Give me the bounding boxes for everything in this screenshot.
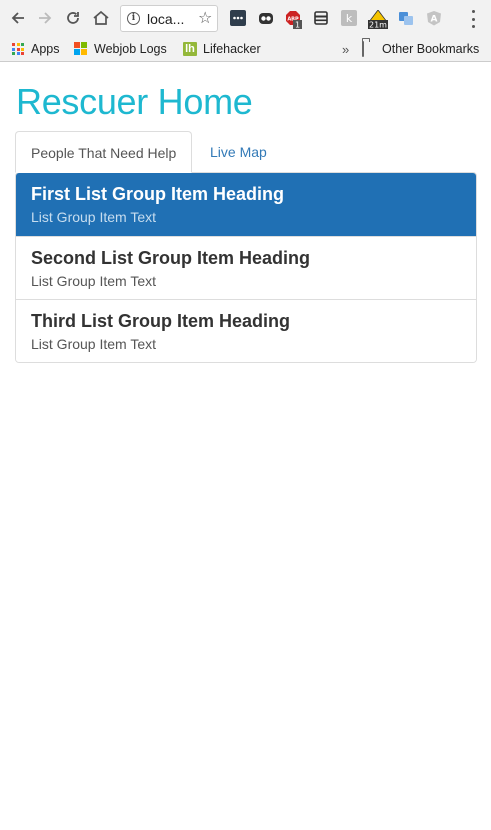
extension-warning-icon[interactable]: 21m bbox=[366, 9, 390, 30]
bookmark-other-bookmarks[interactable]: Other Bookmarks bbox=[362, 40, 479, 58]
bookmark-lifehacker[interactable]: lh Lifehacker bbox=[183, 40, 261, 58]
bookmark-label: Other Bookmarks bbox=[382, 42, 480, 56]
bookmark-apps-label: Apps bbox=[31, 42, 60, 56]
extension-owl-icon[interactable] bbox=[258, 10, 274, 26]
list-item-heading: First List Group Item Heading bbox=[31, 184, 285, 204]
svg-text:k: k bbox=[346, 12, 353, 25]
menu-dot-icon bbox=[471, 10, 475, 13]
extension-adblock-icon[interactable]: ABP 1 bbox=[285, 10, 302, 30]
bookmark-webjob-logs[interactable]: Webjob Logs bbox=[74, 40, 167, 58]
svg-text:21m: 21m bbox=[369, 21, 387, 30]
apps-grid-icon bbox=[11, 42, 25, 56]
bookmark-label: Webjob Logs bbox=[94, 42, 167, 56]
bookmark-apps[interactable]: Apps bbox=[11, 40, 60, 58]
list-item-text: List Group Item Text bbox=[31, 273, 157, 289]
bookmark-label: Lifehacker bbox=[203, 42, 261, 56]
folder-icon bbox=[362, 41, 376, 57]
svg-text:1: 1 bbox=[295, 21, 300, 30]
info-icon[interactable]: i bbox=[127, 12, 140, 25]
menu-dot-icon bbox=[471, 25, 475, 28]
home-button[interactable] bbox=[90, 7, 112, 29]
page-title: Rescuer Home bbox=[16, 81, 253, 122]
back-button[interactable] bbox=[7, 7, 29, 29]
list-item[interactable]: Second List Group Item Heading List Grou… bbox=[16, 236, 476, 299]
tab-bar: People That Need Help Live Map bbox=[15, 131, 477, 173]
tab-live-map[interactable]: Live Map bbox=[195, 131, 282, 173]
home-icon bbox=[93, 10, 109, 25]
extension-k-icon[interactable]: k bbox=[341, 10, 357, 26]
tab-people-that-need-help[interactable]: People That Need Help bbox=[15, 131, 192, 173]
browser-menu-button[interactable] bbox=[469, 10, 477, 28]
menu-dot-icon bbox=[471, 17, 475, 21]
extension-translate-icon[interactable] bbox=[398, 10, 414, 26]
arrow-right-icon bbox=[39, 12, 52, 24]
extension-print-icon[interactable] bbox=[313, 10, 329, 26]
list-item[interactable]: First List Group Item Heading List Group… bbox=[16, 173, 476, 236]
people-list: First List Group Item Heading List Group… bbox=[15, 172, 477, 363]
microsoft-icon bbox=[74, 42, 88, 56]
bookmarks-bar: Apps Webjob Logs lh Lifehacker » Other B… bbox=[0, 37, 491, 62]
forward-button[interactable] bbox=[34, 7, 56, 29]
browser-toolbar: i loca... ☆ ABP 1 k 21m A bbox=[0, 0, 491, 37]
reload-button[interactable] bbox=[62, 7, 84, 29]
list-item[interactable]: Third List Group Item Heading List Group… bbox=[16, 299, 476, 362]
bookmarks-overflow-button[interactable]: » bbox=[342, 40, 349, 58]
address-text: loca... bbox=[147, 11, 185, 27]
extension-angular-icon[interactable]: A bbox=[426, 10, 442, 26]
list-item-text: List Group Item Text bbox=[31, 336, 157, 352]
list-item-heading: Second List Group Item Heading bbox=[31, 248, 311, 268]
bookmark-star-icon[interactable]: ☆ bbox=[198, 8, 212, 28]
arrow-left-icon bbox=[11, 12, 24, 24]
list-item-heading: Third List Group Item Heading bbox=[31, 311, 291, 331]
address-bar[interactable]: i loca... ☆ bbox=[120, 5, 218, 32]
extension-dots-icon[interactable] bbox=[230, 10, 246, 26]
reload-icon bbox=[67, 12, 79, 24]
overflow-chevron-icon: » bbox=[342, 41, 350, 57]
list-item-text: List Group Item Text bbox=[31, 209, 157, 225]
lifehacker-icon: lh bbox=[183, 42, 197, 56]
svg-text:A: A bbox=[431, 15, 438, 25]
